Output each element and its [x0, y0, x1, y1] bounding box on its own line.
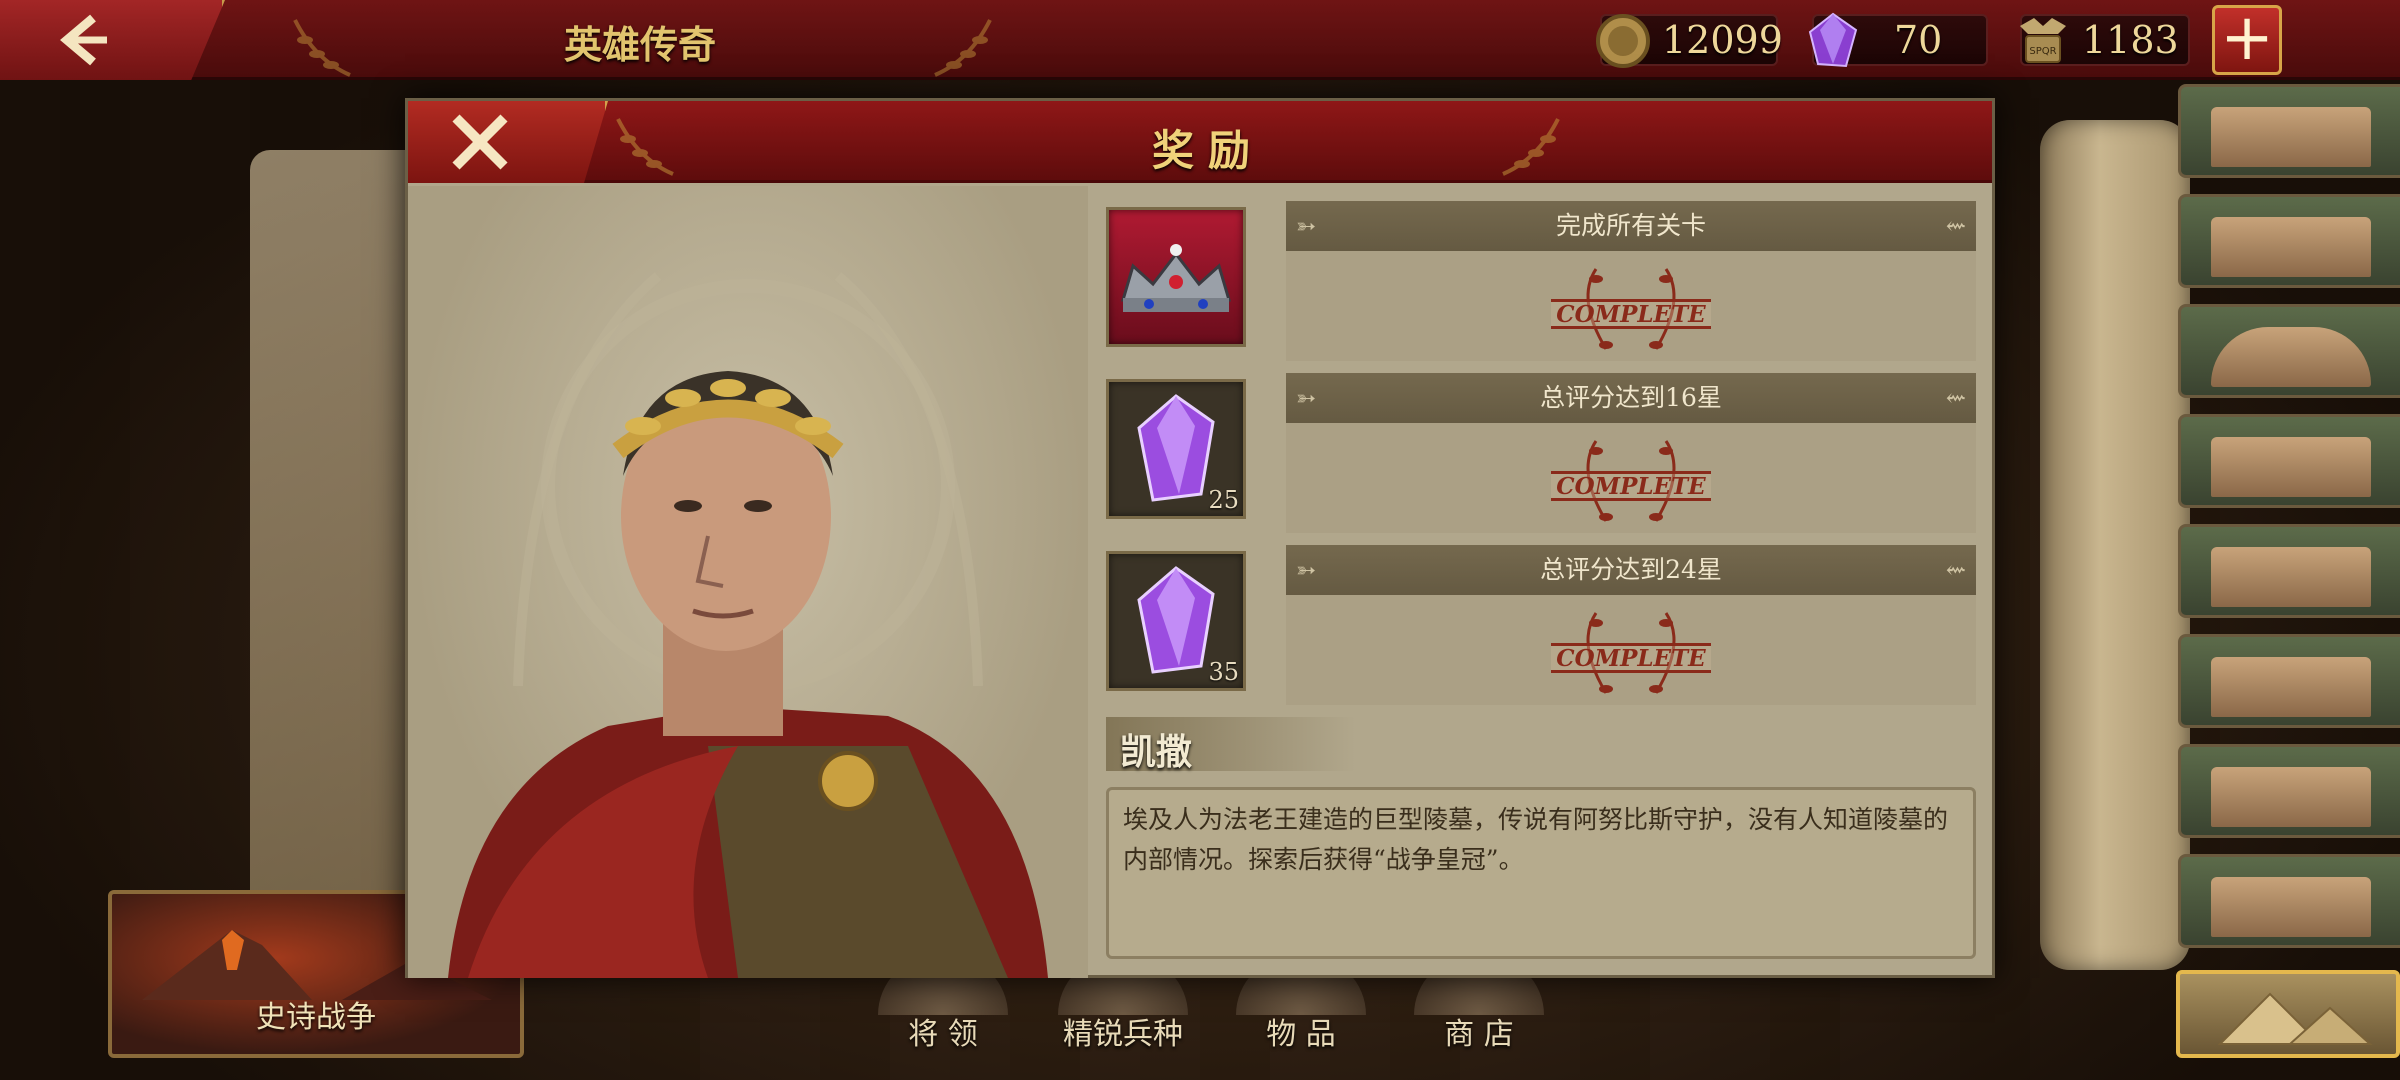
- epic-war-label: 史诗战争: [256, 1000, 376, 1035]
- building-thumbnail: [2211, 657, 2371, 717]
- complete-stamp: COMPLETE: [1536, 603, 1726, 703]
- page-title: 英雄传奇: [563, 22, 716, 67]
- laurel-right-icon: [1502, 118, 1560, 176]
- add-resource-button[interactable]: +: [2212, 5, 2282, 75]
- reward-item-gem[interactable]: 35: [1106, 551, 1246, 691]
- reward-body: ➳ 总评分达到16星 ⇜ COMPLETE: [1286, 373, 1976, 533]
- complete-label: COMPLETE: [1551, 643, 1711, 673]
- sidebar-building-3[interactable]: [2178, 304, 2400, 398]
- complete-label: COMPLETE: [1551, 471, 1711, 501]
- sidebar-building-5[interactable]: [2178, 524, 2400, 618]
- building-thumbnail: [2211, 327, 2371, 387]
- hero-name: 凯撒: [1120, 731, 1193, 773]
- reward-condition-text: 总评分达到16星: [1540, 383, 1722, 412]
- close-button[interactable]: [408, 101, 608, 183]
- nav-generals-label: 将 领: [908, 1017, 978, 1052]
- sidebar-building-4[interactable]: [2178, 414, 2400, 508]
- arrow-left-icon: ⇜: [1945, 212, 1966, 240]
- reward-condition-text: 总评分达到24星: [1540, 555, 1722, 584]
- nav-elite-units-label: 精锐兵种: [1063, 1017, 1183, 1052]
- close-icon: [452, 114, 508, 170]
- reward-dialog: 奖励 ➳ 完成所有关卡 ⇜ COMPLETE 25 ➳ 总评分达到16星 ⇜ C…: [405, 98, 1995, 978]
- reward-row: 25 ➳ 总评分达到16星 ⇜ COMPLETE: [1106, 373, 1976, 541]
- laurel-right-icon: [934, 19, 992, 77]
- laurel-left-icon: [616, 118, 674, 176]
- reward-condition: ➳ 总评分达到16星 ⇜: [1286, 373, 1976, 423]
- reward-item-gem[interactable]: 25: [1106, 379, 1246, 519]
- coin-icon: [1596, 14, 1650, 68]
- sidebar-building-8[interactable]: [2178, 854, 2400, 948]
- reward-condition-text: 完成所有关卡: [1555, 211, 1706, 240]
- nav-items-label: 物 品: [1266, 1017, 1336, 1052]
- spqr-eagle-icon: SPQR: [2020, 18, 2066, 63]
- building-thumbnail: [2211, 547, 2371, 607]
- background-scroll: [2040, 120, 2190, 970]
- top-bar: 英雄传奇 12099 70 SPQR 1183 +: [0, 0, 2400, 80]
- hero-description-box: 埃及人为法老王建造的巨型陵墓，传说有阿努比斯守护，没有人知道陵墓的内部情况。探索…: [1106, 787, 1976, 959]
- arrow-right-icon: ➳: [1296, 384, 1317, 412]
- complete-label: COMPLETE: [1551, 299, 1711, 329]
- sidebar-building-7[interactable]: [2178, 744, 2400, 838]
- hero-description: 埃及人为法老王建造的巨型陵墓，传说有阿努比斯守护，没有人知道陵墓的内部情况。探索…: [1123, 805, 1949, 874]
- honor-counter: SPQR 1183: [2020, 14, 2190, 66]
- dialog-title: 奖励: [1151, 126, 1264, 175]
- building-thumbnail: [2211, 107, 2371, 167]
- building-thumbnail: [2211, 437, 2371, 497]
- hero-portrait: [408, 186, 1088, 978]
- gold-counter: 12099: [1596, 14, 1783, 68]
- building-thumbnail: [2211, 877, 2371, 937]
- reward-row: 35 ➳ 总评分达到24星 ⇜ COMPLETE: [1106, 545, 1976, 713]
- sidebar-building-pyramid[interactable]: [2176, 970, 2400, 1058]
- gem-icon: [1808, 12, 1858, 68]
- sidebar-building-6[interactable]: [2178, 634, 2400, 728]
- reward-item-crown[interactable]: [1106, 207, 1246, 347]
- reward-quantity: 25: [1208, 486, 1239, 514]
- arrow-right-icon: ➳: [1296, 556, 1317, 584]
- reward-condition: ➳ 总评分达到24星 ⇜: [1286, 545, 1976, 595]
- arrow-left-icon: ⇜: [1945, 556, 1966, 584]
- arrow-left-icon: ⇜: [1945, 384, 1966, 412]
- sidebar-building-2[interactable]: [2178, 194, 2400, 288]
- reward-body: ➳ 完成所有关卡 ⇜ COMPLETE: [1286, 201, 1976, 361]
- building-thumbnail: [2211, 217, 2371, 277]
- hero-name-bar: 凯撒: [1106, 717, 1356, 773]
- svg-text:SPQR: SPQR: [2029, 46, 2056, 57]
- reward-list: ➳ 完成所有关卡 ⇜ COMPLETE 25 ➳ 总评分达到16星 ⇜ COMP…: [1106, 201, 1976, 717]
- reward-row: ➳ 完成所有关卡 ⇜ COMPLETE: [1106, 201, 1976, 369]
- reward-quantity: 35: [1208, 658, 1239, 686]
- building-thumbnail: [2211, 767, 2371, 827]
- caesar-portrait-image: [448, 272, 1048, 978]
- complete-stamp: COMPLETE: [1536, 431, 1726, 531]
- dialog-header: 奖励: [408, 101, 1992, 183]
- pyramid-icon: [2217, 992, 2373, 1045]
- back-button[interactable]: [0, 0, 225, 80]
- nav-shop-label: 商 店: [1444, 1017, 1514, 1052]
- complete-stamp: COMPLETE: [1536, 259, 1726, 359]
- sidebar-building-1[interactable]: [2178, 84, 2400, 178]
- reward-body: ➳ 总评分达到24星 ⇜ COMPLETE: [1286, 545, 1976, 705]
- gem-counter: 70: [1808, 12, 1988, 68]
- back-arrow-icon: [60, 14, 107, 66]
- crown-icon: [1120, 244, 1232, 312]
- laurel-left-icon: [293, 19, 351, 77]
- arrow-right-icon: ➳: [1296, 212, 1317, 240]
- reward-condition: ➳ 完成所有关卡 ⇜: [1286, 201, 1976, 251]
